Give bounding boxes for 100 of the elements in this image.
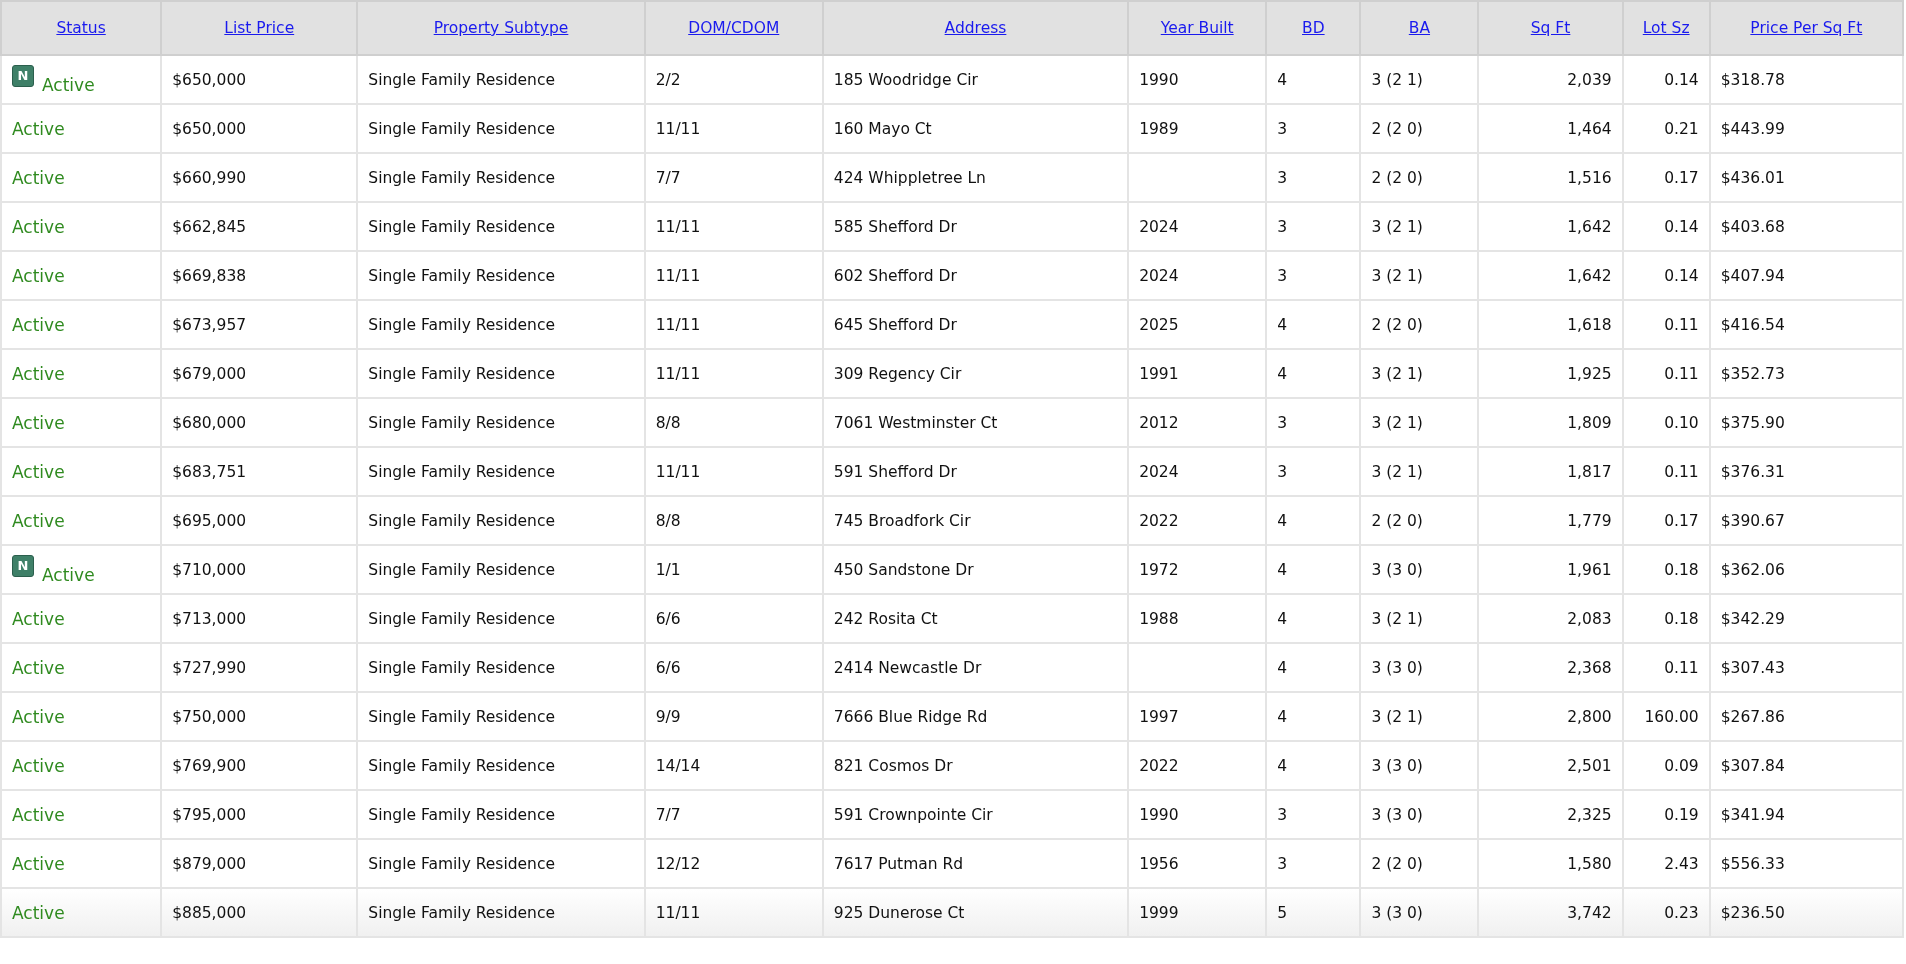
table-cell: 7617 Putman Rd (833, 854, 964, 873)
table-cell: $390.67 (1720, 511, 1785, 530)
table-cell: 3 (2 1) (1371, 217, 1423, 236)
table-cell: 3 (2 1) (1371, 462, 1423, 481)
table-cell: 2 (2 0) (1371, 119, 1423, 138)
table-cell: $407.94 (1720, 266, 1785, 285)
table-cell: 2,501 (1567, 756, 1612, 775)
table-cell: 3 (1277, 266, 1288, 285)
table-cell: 2024 (1139, 266, 1179, 285)
table-cell: 3 (2 1) (1371, 70, 1423, 89)
table-cell: 9/9 (655, 707, 681, 726)
table-cell: 3 (2 1) (1371, 707, 1423, 726)
table-cell: 3,742 (1567, 903, 1612, 922)
table-cell: 0.09 (1664, 756, 1699, 775)
table-cell: Single Family Residence (368, 756, 555, 775)
status-text: Active (12, 510, 65, 531)
table-cell: $769,900 (172, 756, 247, 775)
table-cell: 11/11 (655, 315, 701, 334)
column-header-link[interactable]: List Price (224, 19, 295, 37)
table-cell: $236.50 (1720, 903, 1785, 922)
table-cell: 3 (1277, 413, 1288, 432)
table-cell: 7666 Blue Ridge Rd (833, 707, 988, 726)
table-cell: $710,000 (172, 560, 247, 579)
status-text: Active (12, 902, 65, 923)
table-cell: 12/12 (655, 854, 701, 873)
table-cell: 3 (1277, 119, 1288, 138)
table-cell: 2,039 (1567, 70, 1612, 89)
table-cell: 0.11 (1664, 658, 1699, 677)
table-cell: $307.84 (1720, 756, 1785, 775)
table-cell: 2022 (1139, 756, 1179, 775)
table-cell: 424 Whippletree Ln (833, 168, 986, 187)
table-cell: $556.33 (1720, 854, 1785, 873)
table-cell: $795,000 (172, 805, 247, 824)
table-cell: 2,800 (1567, 707, 1612, 726)
table-cell: Single Family Residence (368, 560, 555, 579)
column-header-link[interactable]: Year Built (1160, 19, 1234, 37)
table-cell: 3 (2 1) (1371, 364, 1423, 383)
table-cell: 3 (3 0) (1371, 560, 1423, 579)
table-cell: 0.10 (1664, 413, 1699, 432)
table-cell: 160.00 (1644, 707, 1699, 726)
table-cell: $750,000 (172, 707, 247, 726)
table-cell: Single Family Residence (368, 364, 555, 383)
table-cell: 1990 (1139, 805, 1179, 824)
table-cell: 8/8 (655, 413, 681, 432)
table-cell: 0.21 (1664, 119, 1699, 138)
table-cell: 3 (3 0) (1371, 805, 1423, 824)
table-cell: $727,990 (172, 658, 247, 677)
table-cell: 11/11 (655, 364, 701, 383)
column-header-link[interactable]: DOM/CDOM (688, 19, 780, 37)
table-cell: 5 (1277, 903, 1288, 922)
column-header-link[interactable]: Price Per Sq Ft (1750, 19, 1863, 37)
column-header-link[interactable]: Sq Ft (1530, 19, 1571, 37)
status-text: Active (12, 755, 65, 776)
table-cell: 1956 (1139, 854, 1179, 873)
table-cell: $669,838 (172, 266, 247, 285)
table-cell: 2022 (1139, 511, 1179, 530)
table-cell: 2024 (1139, 217, 1179, 236)
table-cell: 1,464 (1567, 119, 1612, 138)
status-text: Active (12, 265, 65, 286)
table-cell: $443.99 (1720, 119, 1785, 138)
table-cell: 2024 (1139, 462, 1179, 481)
column-header-link[interactable]: BD (1302, 19, 1325, 37)
table-cell: Single Family Residence (368, 462, 555, 481)
status-text: Active (12, 461, 65, 482)
table-cell: 4 (1277, 707, 1288, 726)
table-cell: 1,642 (1567, 217, 1612, 236)
column-header-link[interactable]: Address (944, 19, 1007, 37)
table-cell: 2 (2 0) (1371, 168, 1423, 187)
table-cell: 309 Regency Cir (833, 364, 962, 383)
table-cell: $673,957 (172, 315, 247, 334)
table-cell: Single Family Residence (368, 609, 555, 628)
table-cell: 4 (1277, 756, 1288, 775)
column-header-link[interactable]: Property Subtype (433, 19, 569, 37)
table-cell: 1989 (1139, 119, 1179, 138)
table-cell: 1999 (1139, 903, 1179, 922)
table-cell: 591 Crownpointe Cir (833, 805, 993, 824)
table-cell: 645 Shefford Dr (833, 315, 957, 334)
table-cell: 3 (2 1) (1371, 266, 1423, 285)
table-cell: 11/11 (655, 266, 701, 285)
table-cell: 1,809 (1567, 413, 1612, 432)
table-cell: 1,961 (1567, 560, 1612, 579)
table-cell: 3 (3 0) (1371, 658, 1423, 677)
table-cell: 1,516 (1567, 168, 1612, 187)
table-cell: 2 (2 0) (1371, 315, 1423, 334)
table-cell: $267.86 (1720, 707, 1785, 726)
table-cell: 1997 (1139, 707, 1179, 726)
table-cell: 2012 (1139, 413, 1179, 432)
column-header-link[interactable]: BA (1408, 19, 1431, 37)
table-cell: 4 (1277, 511, 1288, 530)
column-header-link[interactable]: Lot Sz (1642, 19, 1690, 37)
table-cell: $307.43 (1720, 658, 1785, 677)
column-header-link[interactable]: Status (56, 19, 106, 37)
table-cell: Single Family Residence (368, 168, 555, 187)
table-cell: Single Family Residence (368, 658, 555, 677)
table-cell: 1988 (1139, 609, 1179, 628)
new-badge: N (12, 64, 34, 87)
table-cell: $341.94 (1720, 805, 1785, 824)
table-cell: 0.17 (1664, 168, 1699, 187)
table-cell: 1991 (1139, 364, 1179, 383)
table-cell: 4 (1277, 70, 1288, 89)
